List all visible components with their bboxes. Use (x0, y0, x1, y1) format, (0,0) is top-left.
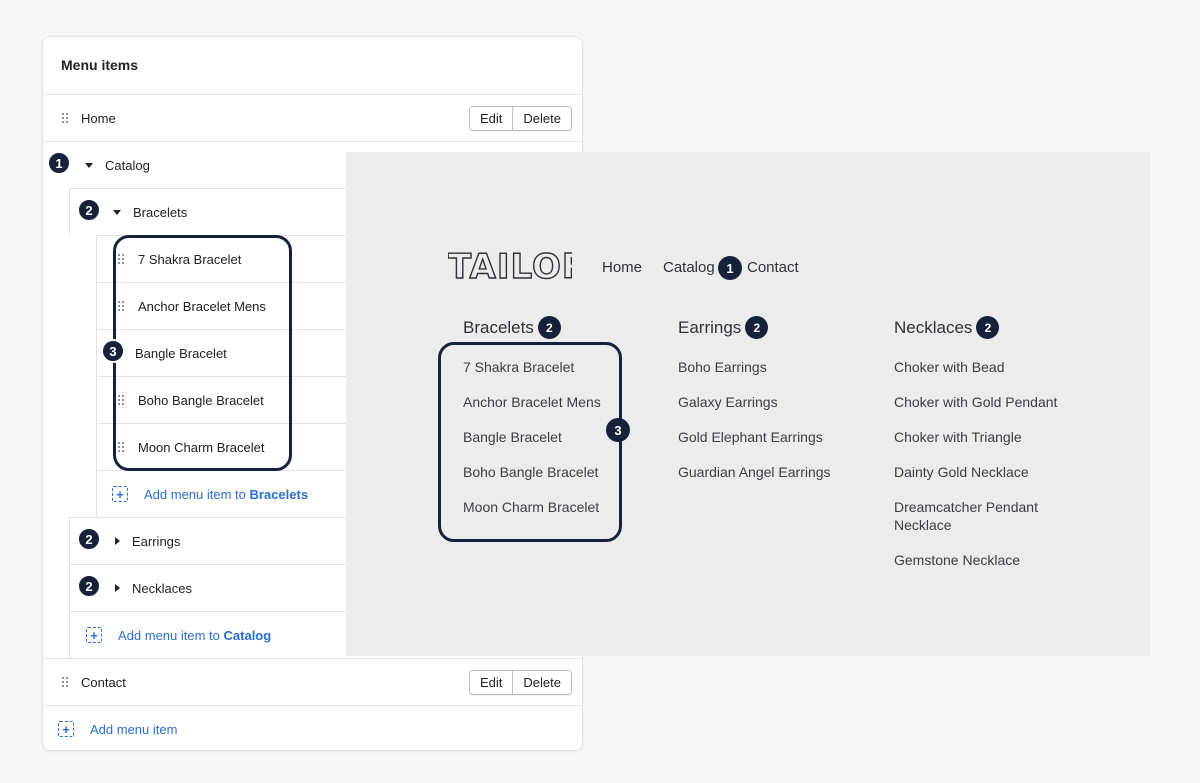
column-link[interactable]: Boho Earrings (678, 358, 767, 376)
badge-level-1: 1 (718, 256, 742, 280)
badge-level-3: 3 (101, 339, 125, 363)
edit-button[interactable]: Edit (470, 671, 513, 694)
tailor-logo: TAILOR (448, 247, 572, 283)
column-heading-label: Earrings (678, 317, 742, 337)
drag-handle-icon[interactable] (61, 112, 71, 124)
menu-item-label: Bracelets (133, 204, 188, 220)
badge-level-3: 3 (606, 418, 630, 442)
column-link[interactable]: Gemstone Necklace (894, 551, 1020, 569)
column-heading-earrings[interactable]: Earrings 2 (678, 316, 769, 339)
caret-down-icon[interactable] (85, 162, 93, 168)
column-heading-label: Necklaces (894, 317, 973, 337)
card-title: Menu items (61, 57, 139, 73)
edit-button[interactable]: Edit (470, 107, 513, 130)
column-link[interactable]: Dainty Gold Necklace (894, 463, 1029, 481)
column-heading-necklaces[interactable]: Necklaces 2 (894, 316, 1000, 339)
badge-level-2: 2 (976, 316, 1000, 339)
column-link[interactable]: Dreamcatcher Pendant Necklace (894, 498, 1084, 534)
add-item-icon: + (112, 486, 128, 502)
caret-right-icon[interactable] (115, 584, 120, 592)
menu-item-label: Necklaces (132, 580, 192, 596)
badge-level-2: 2 (745, 316, 769, 339)
add-link-target: Bracelets (249, 486, 309, 502)
column-link[interactable]: Choker with Bead (894, 358, 1005, 376)
add-link-prefix: Add menu item to (118, 627, 220, 643)
badge-level-1: 1 (47, 151, 71, 175)
menu-item-label: Home (81, 110, 116, 126)
nav-home[interactable]: Home (602, 259, 642, 276)
column-link[interactable]: Choker with Triangle (894, 428, 1022, 446)
badge-level-2: 2 (77, 198, 101, 222)
menu-row-home[interactable]: Home Edit Delete (43, 94, 582, 141)
bracelet-links-highlight (438, 342, 622, 542)
drag-handle-icon[interactable] (61, 676, 71, 688)
badge-level-2: 2 (77, 527, 101, 551)
badge-level-2: 2 (77, 574, 101, 598)
nav-catalog[interactable]: Catalog (663, 259, 715, 276)
menu-item-label: Catalog (105, 157, 150, 173)
column-link[interactable]: Choker with Gold Pendant (894, 393, 1057, 411)
delete-button[interactable]: Delete (512, 671, 571, 694)
menu-item-label: Earrings (132, 533, 181, 549)
menu-row-contact[interactable]: Contact Edit Delete (43, 658, 582, 705)
column-link[interactable]: Guardian Angel Earrings (678, 463, 831, 481)
logo-text: TAILOR (448, 247, 572, 283)
storefront-preview: TAILOR Home Catalog 1 Contact Bracelets … (346, 152, 1150, 656)
column-heading-bracelets[interactable]: Bracelets 2 (463, 316, 561, 339)
add-link-target: Catalog (223, 627, 272, 643)
caret-right-icon[interactable] (115, 537, 120, 545)
add-menu-item-label: Add menu item (90, 721, 178, 737)
menu-item-label: Contact (81, 674, 126, 690)
nav-contact[interactable]: Contact (747, 259, 799, 276)
add-item-icon: + (58, 721, 74, 737)
delete-button[interactable]: Delete (512, 107, 571, 130)
add-link-prefix: Add menu item to (144, 486, 246, 502)
column-link[interactable]: Galaxy Earrings (678, 393, 778, 411)
bracelet-items-highlight (113, 235, 292, 471)
contact-actions: Edit Delete (469, 670, 572, 695)
column-heading-label: Bracelets (463, 317, 534, 337)
add-menu-item-link[interactable]: + Add menu item (43, 705, 582, 750)
caret-down-icon[interactable] (113, 209, 121, 215)
badge-level-2: 2 (537, 316, 561, 339)
column-link[interactable]: Gold Elephant Earrings (678, 428, 823, 446)
add-item-icon: + (86, 627, 102, 643)
home-actions: Edit Delete (469, 106, 572, 131)
